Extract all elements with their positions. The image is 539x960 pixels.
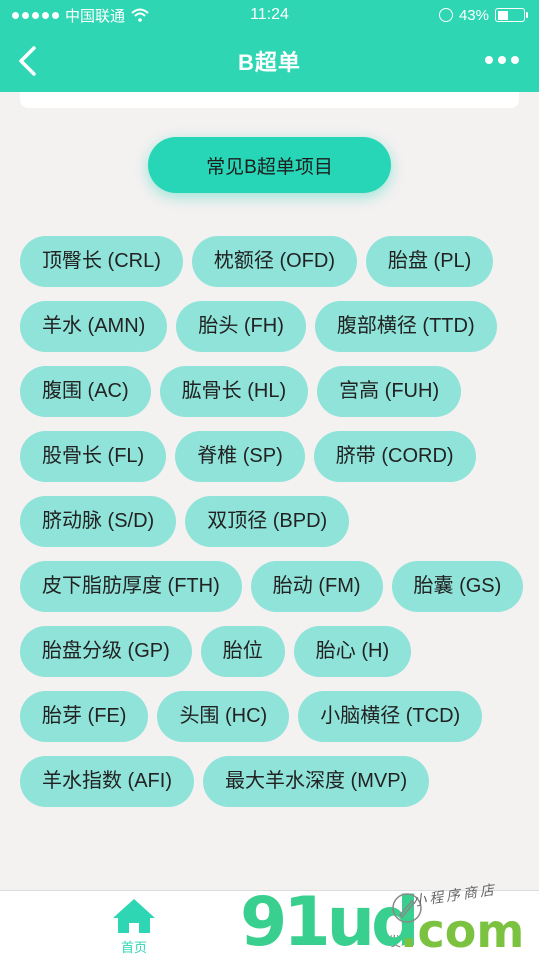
item-tag[interactable]: 头围 (HC) — [157, 691, 290, 742]
top-card — [20, 92, 519, 108]
item-tag[interactable]: 腹围 (AC) — [20, 366, 151, 417]
item-tag[interactable]: 脐带 (CORD) — [313, 431, 476, 482]
tab-discover[interactable]: 发现 — [388, 931, 414, 950]
item-tag[interactable]: 皮下脂肪厚度 (FTH) — [20, 561, 242, 612]
nav-bar: B超单 — [0, 30, 539, 92]
section-button[interactable]: 常见B超单项目 — [148, 137, 391, 193]
item-tag[interactable]: 胎囊 (GS) — [391, 561, 524, 612]
tag-list: 顶臀长 (CRL) 枕额径 (OFD) 胎盘 (PL) 羊水 (AMN) 胎头 (FH)… — [20, 236, 525, 807]
tab-home[interactable]: 首页 — [108, 897, 160, 959]
signal-icon — [12, 11, 59, 19]
item-tag[interactable]: 脊椎 (SP) — [175, 431, 305, 482]
item-tag[interactable]: 腹部横径 (TTD) — [314, 301, 497, 352]
item-tag[interactable]: 股骨长 (FL) — [20, 431, 167, 482]
item-tag[interactable]: 顶臀长 (CRL) — [20, 236, 183, 287]
carrier-name: 中国联通 — [65, 7, 126, 25]
back-icon[interactable] — [14, 44, 44, 78]
item-tag[interactable]: 胎心 (H) — [293, 626, 412, 677]
item-tag[interactable]: 胎芽 (FE) — [20, 691, 149, 742]
home-icon — [113, 899, 155, 933]
item-tag[interactable]: 宫高 (FUH) — [317, 366, 462, 417]
item-tag[interactable]: 羊水指数 (AFI) — [20, 756, 194, 807]
tab-home-label: 首页 — [120, 940, 147, 955]
item-tag[interactable]: 最大羊水深度 (MVP) — [203, 756, 430, 807]
item-tag[interactable]: 双顶径 (BPD) — [185, 496, 350, 547]
page-title: B超单 — [238, 50, 301, 75]
battery-percent: 43% — [458, 6, 489, 24]
wifi-icon — [131, 8, 149, 22]
battery-icon — [495, 8, 528, 22]
status-bar: 中国联通 11:24 43% — [0, 0, 539, 30]
item-tag[interactable]: 枕额径 (OFD) — [191, 236, 357, 287]
status-right: 43% — [438, 6, 528, 24]
item-tag[interactable]: 脐动脉 (S/D) — [20, 496, 177, 547]
status-left: 中国联通 — [12, 5, 149, 26]
item-tag[interactable]: 羊水 (AMN) — [20, 301, 168, 352]
tab-bar: 首页 发现 — [0, 890, 539, 960]
item-tag[interactable]: 胎动 (FM) — [250, 561, 383, 612]
item-tag[interactable]: 胎盘 (PL) — [365, 236, 494, 287]
more-options-icon[interactable] — [485, 56, 519, 64]
item-tag[interactable]: 胎盘分级 (GP) — [20, 626, 192, 677]
item-tag[interactable]: 胎头 (FH) — [176, 301, 306, 352]
item-tag[interactable]: 肱骨长 (HL) — [159, 366, 309, 417]
item-tag[interactable]: 胎位 — [200, 626, 285, 677]
item-tag[interactable]: 小脑横径 (TCD) — [298, 691, 483, 742]
rotation-lock-icon — [438, 8, 453, 22]
battery-level — [497, 10, 509, 20]
